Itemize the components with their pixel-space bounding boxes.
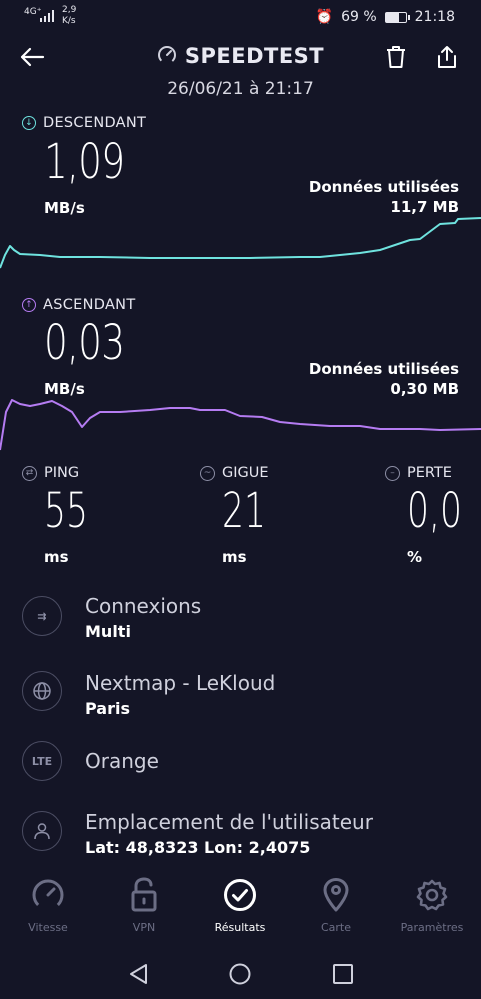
upload-label-text: ASCENDANT [43,297,136,313]
nav-resultats[interactable]: Résultats [192,875,288,934]
location-row: Emplacement de l'utilisateur Lat: 48,832… [85,810,373,857]
data-rate-unit: K/s [62,16,76,26]
system-back-icon[interactable] [127,962,151,986]
system-nav-bar [0,950,481,999]
packet-loss-icon: – [385,465,400,481]
trash-icon [387,46,405,68]
download-label-text: DESCENDANT [43,115,147,131]
alarm-icon: ⏰ [315,9,334,25]
download-line [0,217,481,269]
nav-vitesse-label: Vitesse [28,921,68,934]
map-pin-icon [323,878,349,912]
upload-value: 0,03 [44,315,125,371]
connections-row: Connexions Multi [85,594,201,641]
nav-vitesse[interactable]: Vitesse [0,875,96,934]
upload-label: ↑ ASCENDANT [22,297,136,313]
location-coordinates: Lat: 48,8323 Lon: 2,4075 [85,838,311,857]
network-type: 4G⁺ [24,7,42,17]
globe-svg [33,682,51,700]
download-data-used-label: Données utilisées [308,178,459,196]
connections-icon: ⇉ [22,596,62,636]
status-right: ⏰ 69 % 21:18 [316,9,455,25]
user-icon [22,811,62,851]
user-svg [34,823,50,840]
nav-resultats-label: Résultats [214,921,266,934]
loss-unit: % [407,548,423,566]
jitter-label: ~ GIGUE [200,465,269,481]
nav-vpn[interactable]: VPN [96,875,192,934]
provider-row: Orange [85,749,159,773]
bottom-nav: Vitesse VPN Résultats Carte Paramètres [0,875,481,945]
globe-icon [22,671,62,711]
connections-value: Multi [85,622,131,641]
upload-graph [0,399,481,451]
nav-parametres[interactable]: Paramètres [384,875,480,934]
ping-label-text: PING [44,465,80,481]
nav-carte[interactable]: Carte [288,875,384,934]
download-value: 1,09 [44,134,125,190]
download-arrow-icon: ↓ [22,116,36,130]
ping-value: 55 [44,483,88,539]
server-title: Nextmap - LeKloud [85,671,276,695]
download-label: ↓ DESCENDANT [22,115,146,131]
lte-icon: LTE [22,741,62,781]
gauge-icon [157,46,176,64]
share-icon [438,46,456,68]
ping-icon: ⇄ [22,465,37,481]
data-rate-value: 2,9 [62,5,77,15]
upload-arrow-icon: ↑ [22,298,36,312]
page-title-text: SPEEDTEST [184,44,325,68]
ping-label: ⇄ PING [22,465,79,481]
system-home-icon[interactable] [228,962,252,986]
provider-title: Orange [85,749,159,773]
battery-percent: 69 % [341,9,377,25]
loss-label: – PERTE [385,465,452,481]
loss-label-text: PERTE [407,465,452,481]
check-circle-icon [224,879,256,911]
connections-title: Connexions [85,594,202,618]
nav-parametres-label: Paramètres [400,921,464,934]
speedometer-icon [32,879,64,911]
delete-button[interactable] [381,42,411,72]
server-location: Paris [85,699,130,718]
download-graph [0,217,481,269]
nav-carte-label: Carte [320,921,352,934]
upload-data-used-label: Données utilisées [308,360,459,378]
data-rate: 2,9 K/s [62,5,76,27]
battery-icon [384,11,410,23]
upload-line [0,399,481,451]
server-row: Nextmap - LeKloud Paris [85,671,275,718]
nav-vpn-label: VPN [132,921,156,934]
gear-icon [416,879,448,911]
signal-icon [40,10,54,22]
jitter-label-text: GIGUE [222,465,269,481]
share-button[interactable] [432,42,462,72]
ping-unit: ms [44,548,69,566]
jitter-value: 21 [222,483,266,539]
jitter-icon: ~ [200,465,215,481]
location-title: Emplacement de l'utilisateur [85,810,373,834]
test-datetime: 26/06/21 à 21:17 [167,79,314,99]
jitter-unit: ms [222,548,247,566]
status-bar: 4G⁺ 2,9 K/s ⏰ 69 % 21:18 [0,0,481,36]
system-recents-icon[interactable] [331,962,355,986]
loss-value: 0,0 [407,483,462,539]
clock: 21:18 [414,9,455,25]
padlock-icon [131,877,157,912]
